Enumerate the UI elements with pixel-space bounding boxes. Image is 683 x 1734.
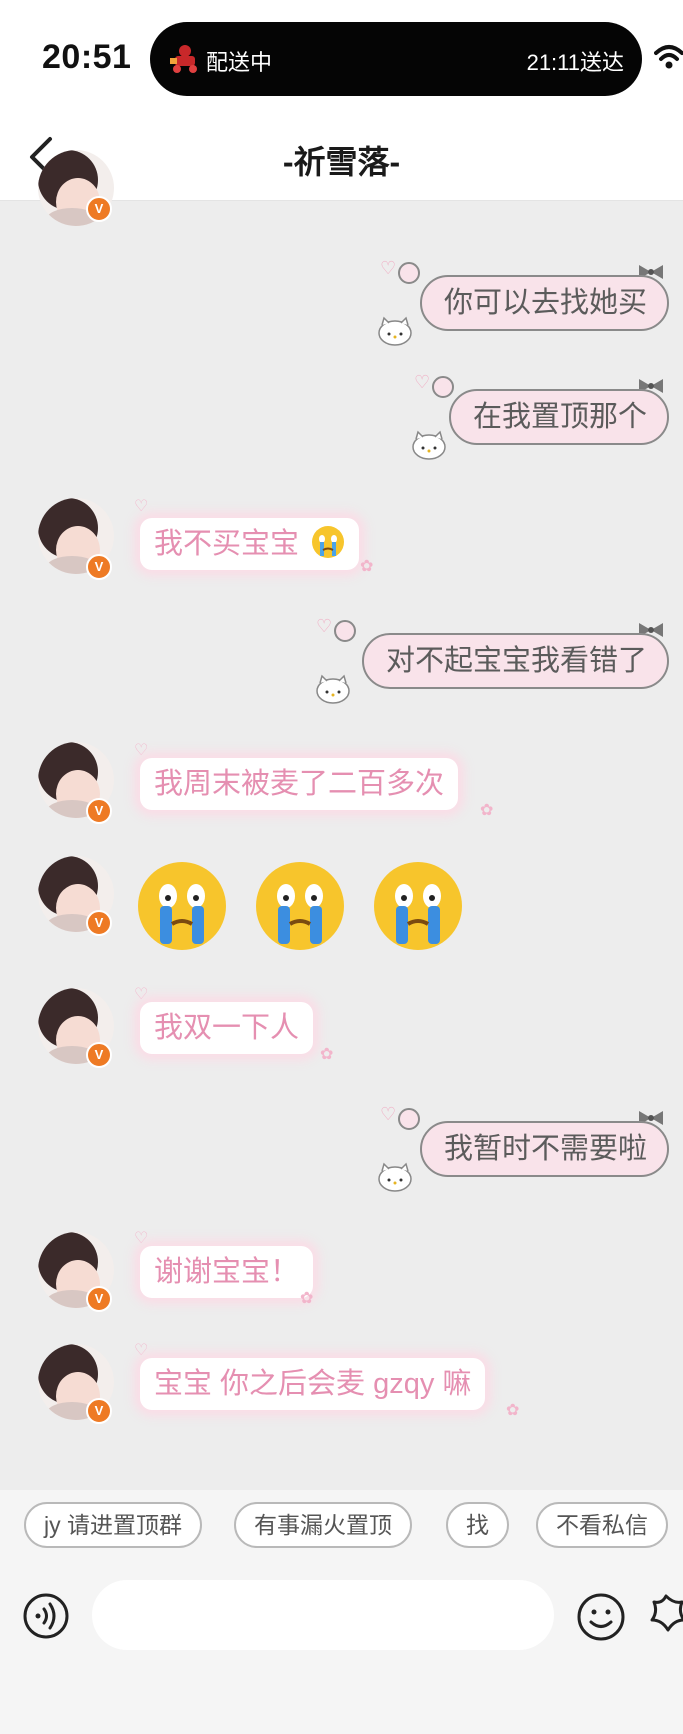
quick-reply-chip[interactable]: 不看私信 xyxy=(536,1502,668,1548)
heart-icon: ♡ xyxy=(134,986,149,1003)
quick-reply-chip[interactable]: 找 xyxy=(446,1502,509,1548)
status-bar: 20:51 配送中 21:11送达 xyxy=(0,0,683,115)
verified-badge-icon: V xyxy=(86,798,112,824)
incoming-message[interactable]: 我双一下人 xyxy=(140,1002,314,1054)
message-text: 我不买宝宝 xyxy=(154,528,300,560)
input-bar xyxy=(0,1566,683,1734)
delivery-status: 配送中 xyxy=(206,50,273,75)
paw-icon: ✿ xyxy=(320,1046,334,1063)
verified-badge-icon: V xyxy=(86,910,112,936)
outgoing-message[interactable]: 我暂时不需要啦 xyxy=(419,1121,669,1177)
verified-badge-icon: V xyxy=(86,1042,112,1068)
bubble-ear xyxy=(432,376,454,398)
heart-icon: ♡ xyxy=(134,742,149,759)
delivery-eta: 21:11送达 xyxy=(526,50,624,75)
incoming-message[interactable]: 谢谢宝宝！ xyxy=(140,1246,314,1298)
crying-face-icon[interactable] xyxy=(252,858,348,954)
verified-badge-icon: V xyxy=(86,1398,112,1424)
dynamic-island[interactable]: 配送中 21:11送达 xyxy=(150,22,642,96)
hello-kitty-icon xyxy=(378,1162,412,1192)
incoming-message[interactable]: 我周末被麦了二百多次 xyxy=(140,758,459,810)
outgoing-message[interactable]: 你可以去找她买 xyxy=(419,275,669,331)
paw-icon: ✿ xyxy=(506,1402,520,1419)
paw-icon: ✿ xyxy=(360,558,374,575)
quick-reply-bar: jy 请进置顶群 有事漏火置顶 找 不看私信 xyxy=(0,1490,683,1566)
incoming-message[interactable]: 宝宝 你之后会麦 gzqy 嘛 xyxy=(140,1358,486,1410)
heart-icon: ♡ xyxy=(134,498,149,515)
bubble-ear xyxy=(334,620,356,642)
heart-icon: ♡ xyxy=(316,616,333,636)
outgoing-message[interactable]: 在我置顶那个 xyxy=(448,389,669,445)
sticker-icon[interactable] xyxy=(646,1590,683,1642)
outgoing-message[interactable]: 对不起宝宝我看错了 xyxy=(361,633,669,689)
wifi-icon xyxy=(654,45,683,69)
hello-kitty-icon xyxy=(412,430,446,460)
heart-icon: ♡ xyxy=(380,258,397,278)
hello-kitty-icon xyxy=(378,316,412,346)
voice-icon[interactable] xyxy=(22,1592,70,1640)
crying-face-icon[interactable] xyxy=(370,858,466,954)
verified-badge-icon: V xyxy=(86,196,112,222)
quick-reply-chip[interactable]: 有事漏火置顶 xyxy=(234,1502,412,1548)
bubble-ear xyxy=(398,1108,420,1130)
emoji-icon[interactable] xyxy=(576,1592,626,1642)
status-time: 20:51 xyxy=(42,38,132,76)
verified-badge-icon: V xyxy=(86,1286,112,1312)
heart-icon: ♡ xyxy=(414,372,431,392)
bubble-ear xyxy=(398,262,420,284)
quick-reply-chip[interactable]: jy 请进置顶群 xyxy=(24,1502,202,1548)
message-input[interactable] xyxy=(92,1580,554,1650)
delivery-scooter-icon xyxy=(170,45,197,73)
hello-kitty-icon xyxy=(316,674,350,704)
heart-icon: ♡ xyxy=(380,1104,397,1124)
crying-face-icon[interactable] xyxy=(134,858,230,954)
heart-icon: ♡ xyxy=(134,1342,149,1359)
incoming-message[interactable]: 我不买宝宝 xyxy=(140,518,360,570)
crying-face-icon xyxy=(312,526,345,558)
heart-icon: ♡ xyxy=(134,1230,149,1247)
paw-icon: ✿ xyxy=(300,1290,314,1307)
paw-icon: ✿ xyxy=(480,802,494,819)
verified-badge-icon: V xyxy=(86,554,112,580)
